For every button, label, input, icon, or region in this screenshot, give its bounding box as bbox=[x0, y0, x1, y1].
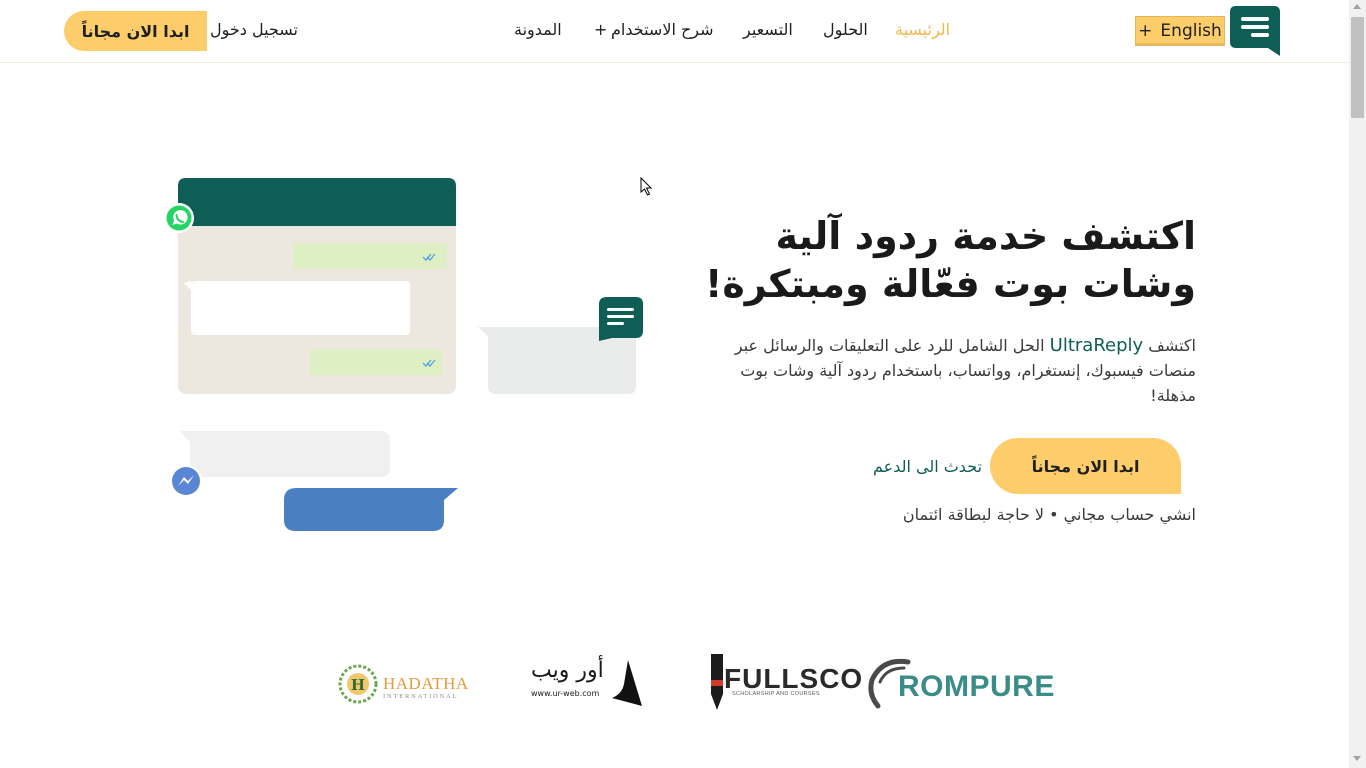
scroll-down-icon[interactable] bbox=[1353, 756, 1361, 761]
chat-bubble-icon bbox=[599, 297, 643, 341]
hero-title-line-1: اكتشف خدمة ردود آلية bbox=[775, 214, 1196, 258]
hero-title: اكتشف خدمة ردود آلية وشات بوت فعّالة ومب… bbox=[676, 212, 1196, 308]
rompure-name: ROMPURE bbox=[898, 670, 1055, 704]
nav-how-to[interactable]: شرح الاستخدام bbox=[611, 20, 714, 44]
talk-to-support-link[interactable]: تحدث الى الدعم bbox=[873, 457, 982, 476]
site-header: + English الرئيسية الحلول التسعير شرح ال… bbox=[0, 0, 1349, 63]
urweb-sail-icon bbox=[612, 660, 642, 706]
how-to-plus-icon[interactable]: + bbox=[594, 20, 607, 44]
fullsco-sub: SCHOLARSHIP AND COURSES bbox=[732, 691, 820, 697]
vertical-scrollbar[interactable] bbox=[1349, 0, 1366, 768]
mouse-cursor-icon bbox=[640, 177, 653, 196]
brand-name: UltraReply bbox=[1049, 335, 1144, 356]
urweb-url: www.ur-web.com bbox=[531, 689, 600, 698]
nav-solutions[interactable]: الحلول bbox=[823, 20, 868, 44]
plus-icon: + bbox=[1138, 21, 1153, 41]
partner-logo-hadatha: H HADATHA INTERNATIONAL bbox=[336, 660, 468, 706]
whatsapp-icon bbox=[164, 203, 194, 233]
nav-pricing[interactable]: التسعير bbox=[743, 20, 793, 44]
chat-illustration bbox=[164, 178, 643, 531]
partner-logo-urweb: أور ويب www.ur-web.com bbox=[528, 658, 644, 708]
urweb-arabic: أور ويب bbox=[531, 658, 604, 683]
hero-description: اكتشف UltraReply الحل الشامل للرد على ال… bbox=[706, 333, 1196, 408]
scroll-up-icon[interactable] bbox=[1353, 4, 1361, 9]
hero-title-line-2: وشات بوت فعّالة ومبتكرة! bbox=[705, 262, 1196, 306]
partner-logo-fullsco: FULLSCO SCHOLARSHIP AND COURSES bbox=[706, 652, 862, 714]
nav-blog[interactable]: المدونة bbox=[514, 20, 562, 44]
hero-desc-prefix: اكتشف bbox=[1148, 336, 1196, 355]
start-free-button[interactable]: ابدا الان مجاناً bbox=[990, 438, 1181, 494]
hadatha-name: HADATHA bbox=[383, 674, 469, 693]
hadatha-emblem-icon: H bbox=[338, 664, 378, 704]
ultrareply-logo[interactable] bbox=[1228, 4, 1282, 58]
scroll-thumb[interactable] bbox=[1351, 17, 1364, 118]
partner-logo-rompure: ROMPURE bbox=[864, 656, 1054, 710]
messenger-icon bbox=[169, 465, 203, 499]
free-account-note: انشي حساب مجاني • لا حاجة لبطاقة ائتمان bbox=[902, 505, 1196, 524]
svg-text:H: H bbox=[351, 676, 365, 694]
language-button[interactable]: + English bbox=[1135, 16, 1225, 46]
signup-button[interactable]: ابدا الان مجاناً bbox=[64, 11, 207, 51]
rompure-name-text: ROMPURE bbox=[898, 670, 1055, 703]
nav-home[interactable]: الرئيسية bbox=[895, 20, 950, 44]
hadatha-sub: INTERNATIONAL bbox=[383, 693, 459, 700]
language-label: English bbox=[1160, 21, 1222, 41]
login-link[interactable]: تسجيل دخول bbox=[210, 20, 298, 39]
